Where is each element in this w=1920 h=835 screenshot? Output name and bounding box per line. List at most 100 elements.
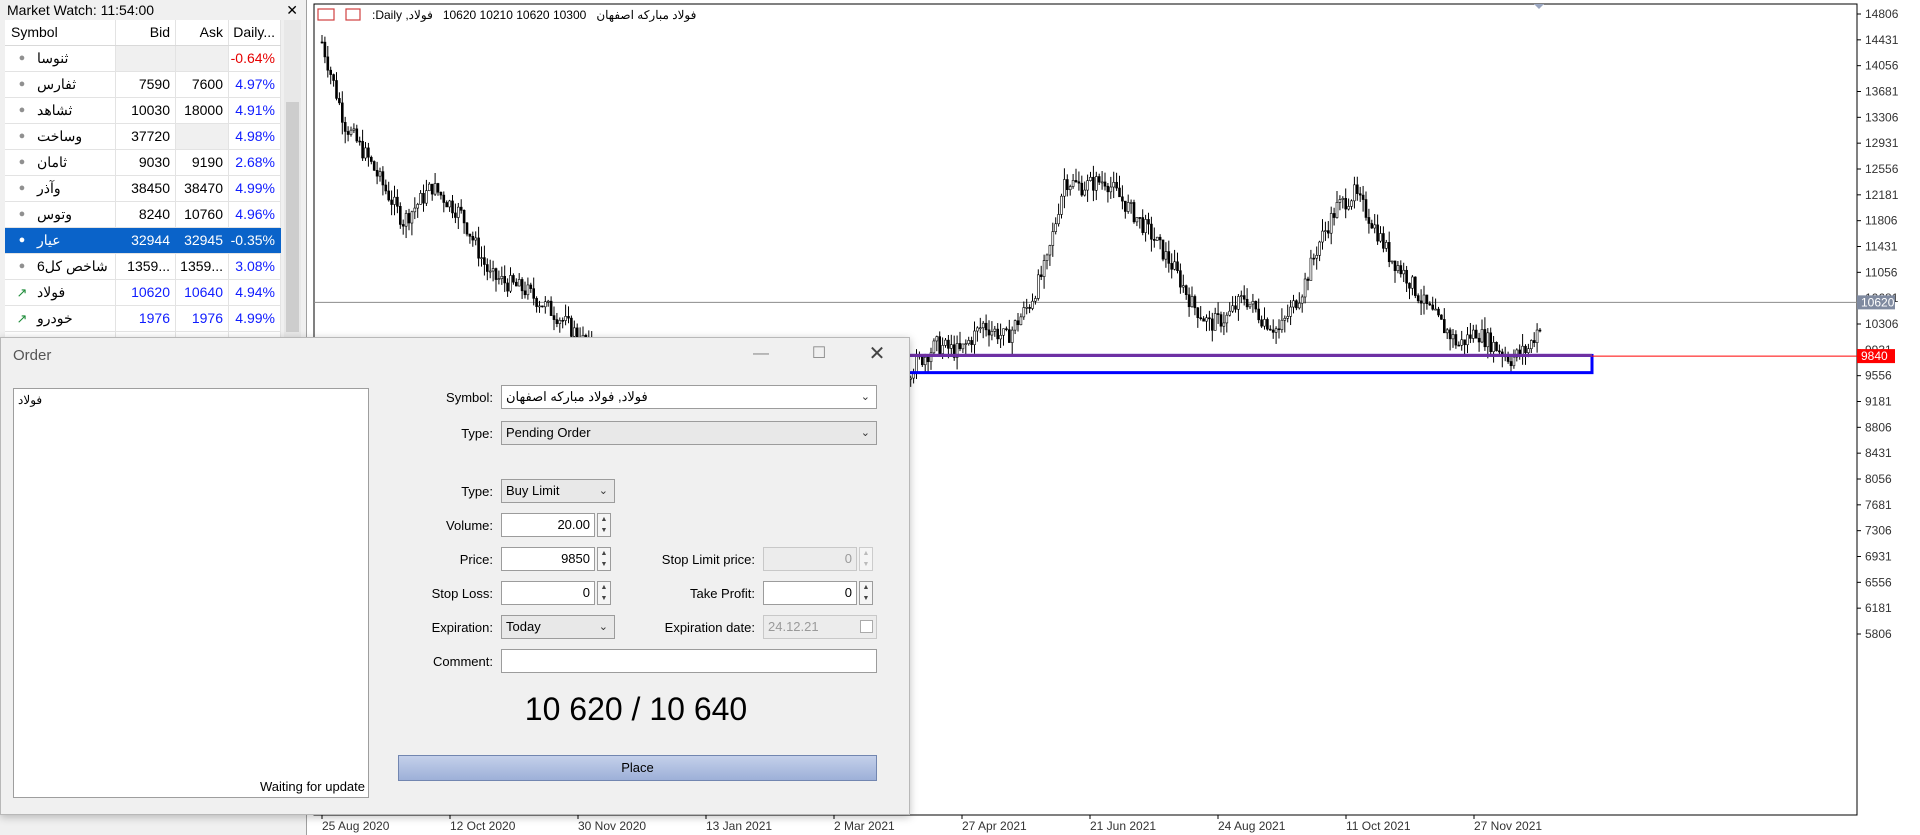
candle-body [1535,329,1539,343]
candle-body [1126,202,1130,212]
candle-body [404,213,408,227]
daily-change-cell: 4.91% [229,98,281,123]
close-icon[interactable]: ✕ [286,0,298,20]
table-row[interactable]: ● عیار 32944 32945 -0.35% [5,228,281,254]
daily-change-cell: 2.68% [229,150,281,175]
candle-body [483,257,486,265]
ask-cell [176,46,229,71]
candle-body [1509,361,1513,367]
price-input[interactable]: 9850 [501,547,595,571]
candle-body [506,282,509,292]
table-row[interactable]: ● ثشاهد 10030 18000 4.91% [5,98,281,124]
candle-body [935,336,939,342]
candle-body [1152,238,1156,241]
candle-body [457,206,460,218]
column-daily-change[interactable]: Daily... [229,20,281,45]
table-row[interactable]: ↗ فولاد 10620 10640 4.94% [5,280,281,306]
candle-body [1367,217,1371,224]
candle-body [1329,213,1333,234]
candle-body [422,193,425,204]
candle-body [477,237,480,259]
take-profit-stepper[interactable]: ▲ ▼ [859,581,873,605]
candle-body [1344,198,1347,210]
candle-body [1480,329,1484,343]
x-tick-label: 25 Aug 2020 [322,819,390,833]
candle-body [396,196,399,207]
take-profit-input[interactable]: 0 [763,581,857,605]
candle-body [361,140,364,159]
candle-body [1431,304,1434,310]
x-tick-label: 21 Jun 2021 [1090,819,1156,833]
stop-loss-input[interactable]: 0 [501,581,595,605]
candle-body [474,237,477,241]
market-watch-title-text: Market Watch: 11:54:00 [7,2,155,18]
dot-icon: ● [18,130,26,142]
column-ask[interactable]: Ask [176,20,229,45]
candle-body [1387,242,1391,263]
table-row[interactable]: ● ثنوسا -0.64% [5,46,281,72]
close-icon[interactable]: ✕ [863,342,891,366]
candle-body [923,356,927,366]
candle-body [1239,295,1243,297]
scrollbar[interactable] [284,20,301,340]
candle-body [1181,285,1185,288]
candle-body [520,279,524,292]
candle-body [1274,328,1278,333]
y-tick-label: 14806 [1865,7,1899,21]
candle-body [1297,302,1301,309]
candle-body [987,329,991,336]
table-row[interactable]: ● وساخت 37720 4.98% [5,124,281,150]
candle-body [1060,195,1063,215]
candle-body [1538,329,1542,332]
symbol-select[interactable]: فولاد, فولاد مبارکه اصفهان ⌄ [501,385,877,409]
x-tick-label: 27 Nov 2021 [1474,819,1542,833]
candle-body [909,377,913,380]
candle-body [1028,306,1031,309]
candle-body [1251,301,1255,305]
candle-body [401,224,405,227]
expiration-select[interactable]: Today ⌄ [501,615,615,639]
candle-body [413,207,417,213]
table-row[interactable]: ● شاخص کل6 1359... 1359... 3.08% [5,254,281,280]
place-button[interactable]: Place [398,755,877,781]
stop-loss-stepper[interactable]: ▲ ▼ [597,581,611,605]
scrollbar-thumb[interactable] [286,102,299,332]
volume-input[interactable]: 20.00 [501,513,595,537]
candle-body [1385,242,1388,249]
column-bid[interactable]: Bid [116,20,176,45]
table-row[interactable]: ● وتوس 8240 10760 4.96% [5,202,281,228]
candle-body [1350,200,1353,207]
candle-body [999,334,1002,340]
minimize-icon[interactable]: — [747,342,775,366]
candle-body [1123,200,1127,212]
candle-body [416,204,419,209]
order-type-value: Buy Limit [506,483,560,498]
candle-body [1416,295,1420,302]
candle-body [1303,278,1307,298]
table-row[interactable]: ● ثامان 9030 9190 2.68% [5,150,281,176]
candle-body [1089,176,1092,181]
candle-body [984,322,988,331]
comment-input[interactable] [501,649,877,673]
candle-body [1376,224,1379,242]
daily-change-cell: 4.94% [229,280,281,305]
table-row[interactable]: ● ثفارس 7590 7600 4.97% [5,72,281,98]
price-stepper[interactable]: ▲ ▼ [597,547,611,571]
comment-label: Comment: [433,654,493,669]
dot-icon: ● [18,260,26,272]
maximize-icon[interactable]: ☐ [805,342,833,366]
table-row[interactable]: ↗ خودرو 1976 1976 4.99% [5,306,281,332]
chart-info-symbol: فولاد, Daily: [372,8,433,22]
candle-body [1184,285,1188,295]
column-symbol[interactable]: Symbol [5,20,116,45]
bid-cell: 8240 [116,202,176,227]
candle-body [1144,219,1147,233]
candle-body [1382,233,1385,249]
order-type-select[interactable]: Buy Limit ⌄ [501,479,615,503]
type-select[interactable]: Pending Order ⌄ [501,421,877,445]
candle-body [488,270,492,273]
volume-stepper[interactable]: ▲ ▼ [597,513,611,537]
table-row[interactable]: ● وآذر 38450 38470 4.99% [5,176,281,202]
candle-body [1321,230,1324,243]
candle-body [369,156,373,162]
